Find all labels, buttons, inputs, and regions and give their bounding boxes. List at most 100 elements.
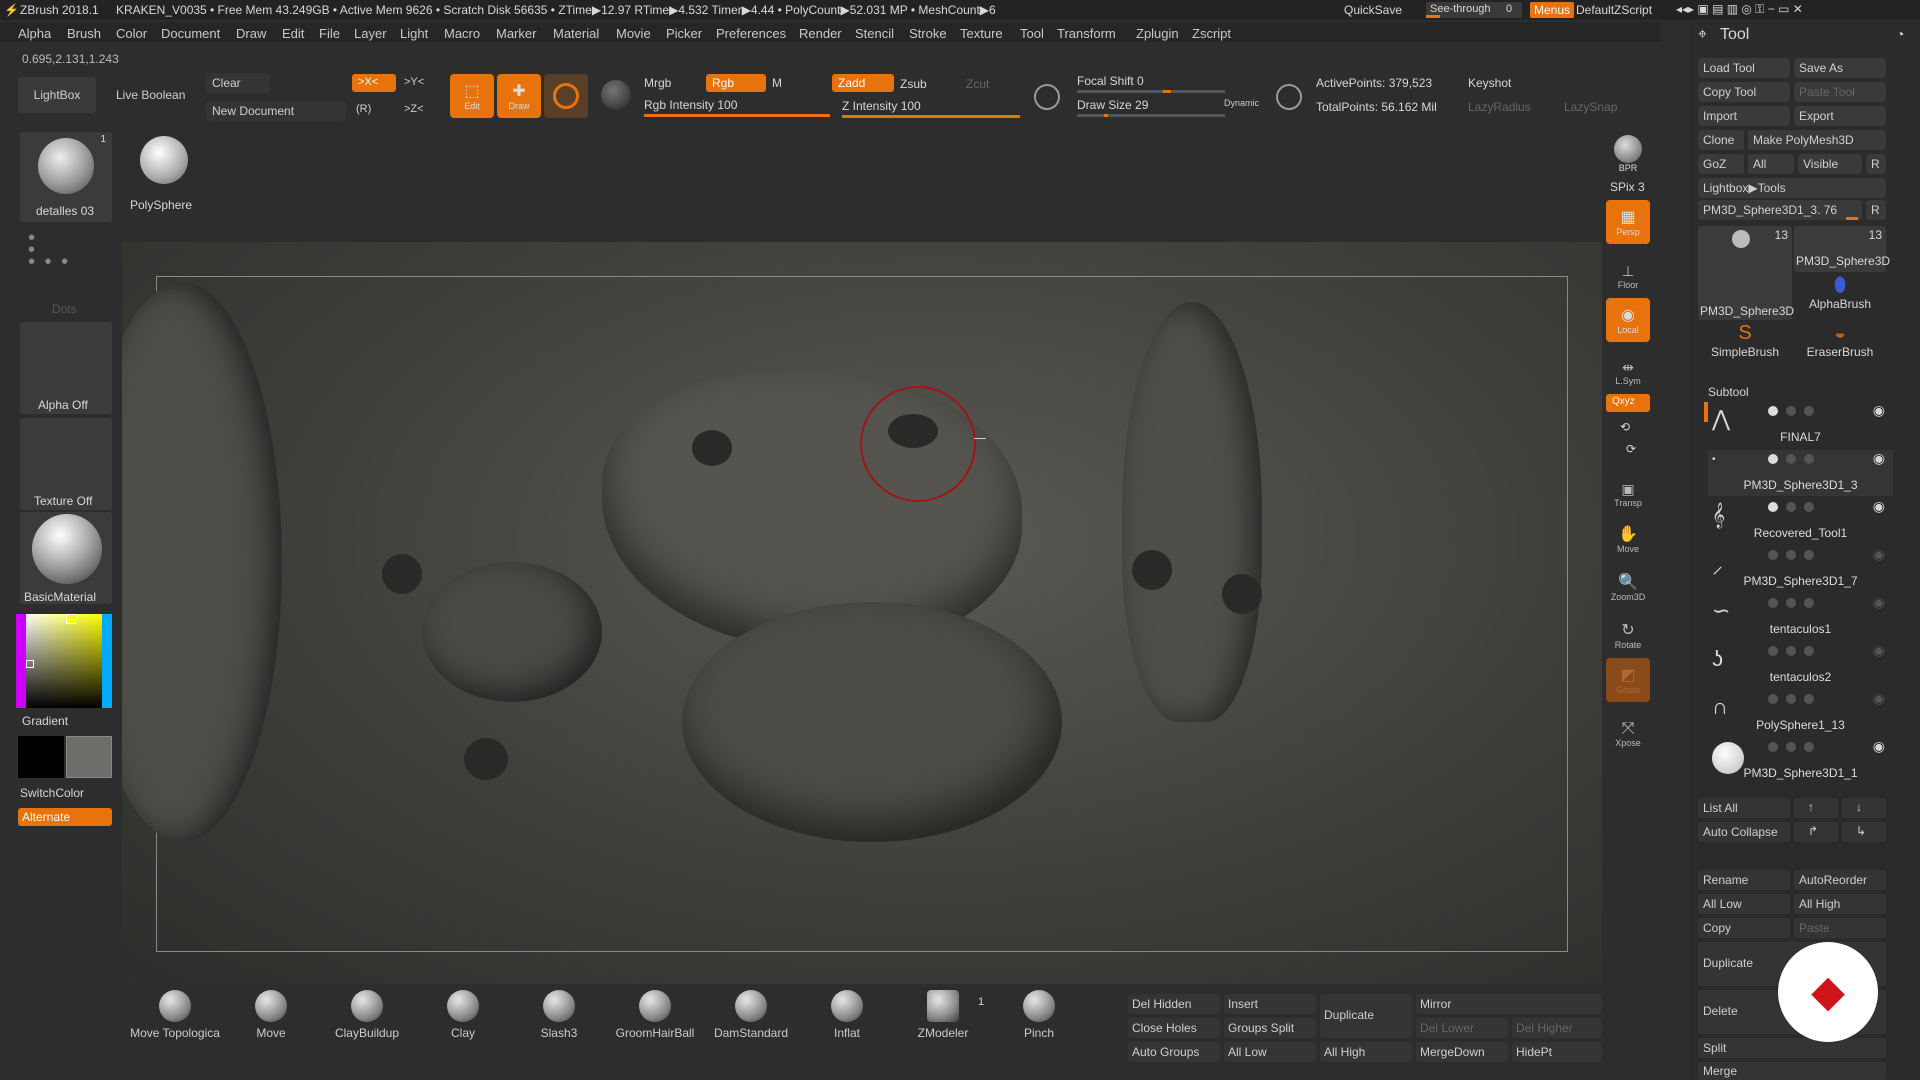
mrgb-button[interactable]: Mrgb xyxy=(644,76,671,90)
tool-thumb-sphere[interactable]: 13 PM3D_Sphere3D xyxy=(1698,226,1794,320)
insert-button[interactable]: Insert xyxy=(1224,994,1316,1014)
quicksave-button[interactable]: QuickSave xyxy=(1344,3,1402,17)
lazy-radius-label[interactable]: LazyRadius xyxy=(1468,100,1531,114)
bpr-button[interactable]: BPR xyxy=(1606,132,1650,176)
y-symmetry-button[interactable]: >Y< xyxy=(400,74,440,92)
z-symmetry-button[interactable]: >Z< xyxy=(400,101,440,119)
eye-icon[interactable]: ◉ xyxy=(1873,690,1885,707)
dynamic-mode-icon[interactable] xyxy=(1276,84,1302,110)
menu-alpha[interactable]: Alpha xyxy=(18,26,51,41)
xpose-button[interactable]: ⤧ Xpose xyxy=(1606,708,1650,748)
persp-button[interactable]: ▦ Persp xyxy=(1606,200,1650,244)
subtool-toggles[interactable] xyxy=(1768,502,1814,512)
goz-button[interactable]: GoZ xyxy=(1698,154,1744,174)
transp-button[interactable]: ▣ Transp xyxy=(1606,468,1650,508)
main-color-swatch[interactable] xyxy=(18,736,64,778)
subtool-toggles[interactable] xyxy=(1768,550,1814,560)
del-hidden-button[interactable]: Del Hidden xyxy=(1128,994,1220,1014)
arrow-down-right-icon[interactable]: ↳ xyxy=(1842,822,1886,842)
radial-symmetry-button[interactable]: (R) xyxy=(352,101,392,119)
eye-icon[interactable]: ◉ xyxy=(1873,594,1885,611)
color-sphere-icon[interactable] xyxy=(601,80,631,110)
zadd-button[interactable]: Zadd xyxy=(832,74,894,92)
rotate-view-button[interactable]: ↻ Rotate xyxy=(1606,610,1650,650)
brush-groomhairball[interactable]: GroomHairBall xyxy=(610,990,700,1040)
rotate-axis-icon[interactable]: ⟲ xyxy=(1620,420,1630,434)
floor-button[interactable]: ⊥ Floor xyxy=(1606,250,1650,290)
clone-button[interactable]: Clone xyxy=(1698,130,1744,150)
menu-draw[interactable]: Draw xyxy=(236,26,266,41)
draw-button[interactable]: ✚ Draw xyxy=(497,74,541,118)
zcut-button[interactable]: Zcut xyxy=(966,77,989,91)
polysphere-tool[interactable]: PolySphere xyxy=(130,132,196,212)
sculptris-pro-icon[interactable] xyxy=(1034,84,1060,110)
hide-pt-button[interactable]: HidePt xyxy=(1512,1042,1602,1062)
all-button[interactable]: All xyxy=(1748,154,1794,174)
gradient-label[interactable]: Gradient xyxy=(22,714,68,728)
menu-light[interactable]: Light xyxy=(400,26,428,41)
m-button[interactable]: M xyxy=(772,76,782,90)
copy-tool-button[interactable]: Copy Tool xyxy=(1698,82,1790,102)
menu-render[interactable]: Render xyxy=(799,26,842,41)
all-high-button[interactable]: All High xyxy=(1794,894,1886,914)
see-through-slider[interactable]: See-through 0 xyxy=(1426,2,1522,18)
default-zscript[interactable]: DefaultZScript xyxy=(1576,3,1652,17)
subtool-toggles[interactable] xyxy=(1768,646,1814,656)
menu-brush[interactable]: Brush xyxy=(67,26,101,41)
all-high-bottom-button[interactable]: All High xyxy=(1320,1042,1412,1062)
visible-button[interactable]: Visible xyxy=(1798,154,1862,174)
color-picker[interactable] xyxy=(16,614,112,708)
tool-pin-icon[interactable]: ⌖ xyxy=(1698,26,1707,44)
local-button[interactable]: ◉ Local xyxy=(1606,298,1650,342)
move-view-button[interactable]: ✋ Move xyxy=(1606,514,1650,554)
subtool-header[interactable]: Subtool xyxy=(1696,382,1892,402)
live-boolean-button[interactable]: Live Boolean xyxy=(110,77,196,113)
eye-icon[interactable]: ◉ xyxy=(1873,450,1885,467)
zoom3d-button[interactable]: 🔍 Zoom3D xyxy=(1606,562,1650,602)
duplicate-bottom-button[interactable]: Duplicate xyxy=(1320,994,1412,1038)
menu-material[interactable]: Material xyxy=(553,26,599,41)
texture-slot[interactable]: Texture Off xyxy=(20,418,112,510)
paste-button[interactable]: Paste xyxy=(1794,918,1886,938)
lsym-button[interactable]: ⇹ L.Sym xyxy=(1606,346,1650,386)
menu-picker[interactable]: Picker xyxy=(666,26,702,41)
subtool-row[interactable]: ∩ ◉ PolySphere1_13 xyxy=(1708,690,1893,736)
viewport-canvas[interactable] xyxy=(122,242,1602,984)
subtool-toggles[interactable] xyxy=(1768,406,1814,416)
mirror-button[interactable]: Mirror xyxy=(1416,994,1602,1014)
paste-tool-button[interactable]: Paste Tool xyxy=(1794,82,1886,102)
window-controls-icon[interactable]: ◂◂▸ ▣ ▤ ▥ ◎ ⚿ − ▭ ✕ xyxy=(1676,2,1803,17)
subtool-row[interactable]: ∽ ◉ tentaculos1 xyxy=(1708,594,1893,640)
ghost-button[interactable]: ◩ Ghost xyxy=(1606,658,1650,702)
all-low-button[interactable]: All Low xyxy=(1698,894,1790,914)
menu-stencil[interactable]: Stencil xyxy=(855,26,894,41)
switchcolor-button[interactable]: SwitchColor xyxy=(20,786,84,800)
draw-size-slider[interactable] xyxy=(1077,114,1225,117)
brush-move-topological[interactable]: Move Topologica xyxy=(130,990,220,1040)
auto-groups-button[interactable]: Auto Groups xyxy=(1128,1042,1220,1062)
tool-thumb-sphere-2[interactable]: 13 PM3D_Sphere3D xyxy=(1794,226,1890,272)
list-all-button[interactable]: List All xyxy=(1698,798,1790,818)
x-symmetry-button[interactable]: >X< xyxy=(352,74,396,92)
keyshot-button[interactable]: Keyshot xyxy=(1468,76,1511,90)
subtool-toggles[interactable] xyxy=(1768,454,1814,464)
export-button[interactable]: Export xyxy=(1794,106,1886,126)
menu-zplugin[interactable]: Zplugin xyxy=(1136,26,1179,41)
material-swatch-button[interactable] xyxy=(544,74,588,118)
rgb-intensity-slider[interactable] xyxy=(644,114,830,117)
brush-zmodeler[interactable]: ZModeler xyxy=(898,990,988,1040)
subtool-toggles[interactable] xyxy=(1768,598,1814,608)
xyz-button[interactable]: Qxyz xyxy=(1606,394,1650,412)
split-button[interactable]: Split xyxy=(1698,1038,1886,1058)
current-tool-r-button[interactable]: R xyxy=(1866,200,1886,220)
subtool-row[interactable]: ◉ PM3D_Sphere3D1_1 xyxy=(1708,738,1893,784)
menu-texture[interactable]: Texture xyxy=(960,26,1003,41)
save-as-button[interactable]: Save As xyxy=(1794,58,1886,78)
menu-preferences[interactable]: Preferences xyxy=(716,26,786,41)
simplebrush-tool[interactable]: S SimpleBrush xyxy=(1698,322,1792,368)
menu-file[interactable]: File xyxy=(319,26,340,41)
clear-button[interactable]: Clear xyxy=(206,73,270,93)
palette-collapse-icon[interactable]: ◔ xyxy=(1896,26,1904,42)
menu-layer[interactable]: Layer xyxy=(354,26,387,41)
menu-movie[interactable]: Movie xyxy=(616,26,651,41)
